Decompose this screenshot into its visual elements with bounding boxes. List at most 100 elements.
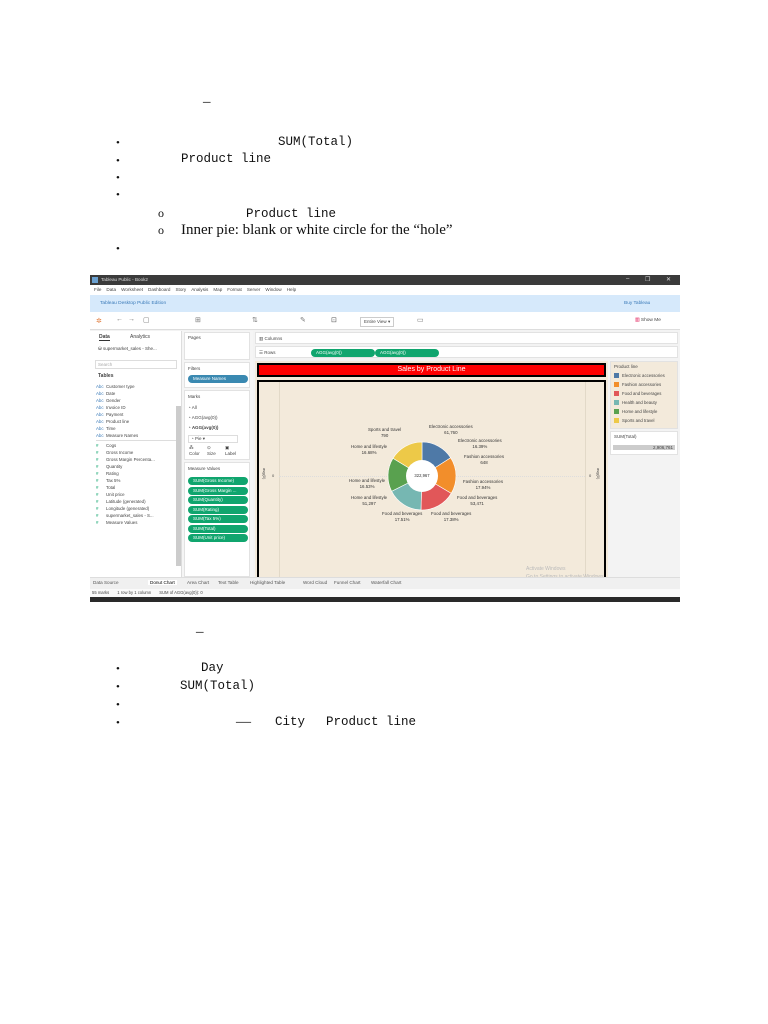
label-button[interactable]: ▣ Label — [225, 445, 236, 456]
menu-item-file[interactable]: File — [94, 287, 101, 293]
highlight-icon[interactable]: ✎ — [300, 316, 306, 324]
legend-item[interactable]: Fashion accessories — [614, 382, 661, 387]
datasource-label: supermarket_sales - She... — [103, 346, 157, 351]
field-item[interactable]: # Cogs — [96, 442, 176, 449]
measure-pill[interactable]: SUM(Rating) — [188, 505, 248, 514]
field-list: Abc Customer type Abc Date Abc Gender Abc Invoi… — [96, 383, 176, 526]
sheet-tab-1[interactable]: Donut Chart — [148, 580, 177, 585]
color-button[interactable]: ⁂ Color — [189, 445, 200, 456]
data-label-text: 16.39% — [472, 444, 488, 449]
legend-item[interactable]: Home and lifestyle — [614, 409, 657, 414]
code-text: SUM(Total) — [180, 679, 256, 693]
maximize-button[interactable]: ❐ — [645, 276, 650, 283]
marks-agg-2[interactable]: ◔ AGG(avg(0)) — [188, 425, 218, 430]
field-label: Measure Values — [106, 520, 138, 525]
field-label: Product line — [106, 419, 130, 424]
field-item[interactable]: # Unit price — [96, 491, 176, 498]
field-item[interactable]: Abc Measure Names — [96, 432, 176, 439]
code-text: Product line — [326, 715, 417, 729]
legend-item[interactable]: Sports and travel — [614, 418, 654, 423]
row-pill[interactable]: AGG(avg(0)) — [375, 349, 439, 357]
mark-type-select[interactable]: ◔ Pie ▾ — [188, 435, 238, 443]
field-item[interactable]: # Longitude (generated) — [96, 505, 176, 512]
scrollbar[interactable] — [176, 406, 181, 566]
sheet-tab-4[interactable]: Highlighted Table — [250, 580, 285, 585]
menu-item-dashboard[interactable]: Dashboard — [148, 287, 170, 293]
close-button[interactable]: ✕ — [666, 276, 671, 283]
filter-pill[interactable]: Measure Names — [188, 375, 248, 383]
data-label-text: Food and beverages — [457, 495, 498, 500]
sheet-tab-2[interactable]: Area Chart — [187, 580, 209, 585]
field-item[interactable]: # Gross Margin Percenta... — [96, 456, 176, 463]
bullet: • — [116, 155, 120, 167]
measure-pill[interactable]: SUM(Gross Income) — [188, 477, 248, 485]
field-item[interactable]: # Total — [96, 484, 176, 491]
menu-item-story[interactable]: Story — [175, 287, 186, 293]
presentation-icon[interactable]: ▭ — [417, 316, 424, 324]
legend-item[interactable]: Electronic accessories — [614, 373, 665, 378]
new-sheet-icon[interactable]: ⊞ — [195, 316, 201, 324]
field-item[interactable]: Abc Time — [96, 425, 176, 432]
menu-item-help[interactable]: Help — [287, 287, 296, 293]
columns-shelf[interactable]: ▥ Columns — [255, 332, 678, 344]
forward-icon[interactable]: → — [128, 316, 135, 323]
field-item[interactable]: # Measure Values — [96, 519, 176, 526]
pages-label: Pages — [188, 335, 201, 340]
legend-item[interactable]: Health and beauty — [614, 400, 657, 405]
datasource-item[interactable]: ⛁ supermarket_sales - She... — [98, 346, 157, 352]
field-item[interactable]: # Latitude (generated) — [96, 498, 176, 505]
sheet-tab-5[interactable]: Word Cloud — [303, 580, 327, 585]
measure-pill[interactable]: SUM(Quantity) — [188, 496, 248, 504]
center-total: 322,967 — [414, 473, 430, 478]
field-item[interactable]: # Tax 5% — [96, 477, 176, 484]
field-item[interactable]: Abc Payment — [96, 411, 176, 418]
rows-shelf[interactable]: ☰ Rows AGG(avg(0)) AGG(avg(0)) — [255, 346, 678, 358]
field-item[interactable]: # Quantity — [96, 463, 176, 470]
field-item[interactable]: Abc Date — [96, 390, 176, 397]
field-item[interactable]: # supermarket_sales - S... — [96, 512, 176, 519]
size-button[interactable]: ⊙ Size — [207, 445, 216, 456]
buy-tableau-link[interactable]: Buy Tableau — [624, 301, 650, 306]
menu-item-analysis[interactable]: Analysis — [191, 287, 208, 293]
sub-bullet: o — [158, 206, 164, 220]
field-item[interactable]: Abc Customer type — [96, 383, 176, 390]
field-item[interactable]: # Rating — [96, 470, 176, 477]
sheet-tab-7[interactable]: Waterfall Chart — [371, 580, 401, 585]
menu-item-map[interactable]: Map — [213, 287, 222, 293]
marks-agg-1[interactable]: ◔ AGG(avg(0)) — [188, 415, 218, 420]
show-me-button[interactable]: ▥ Show Me — [635, 318, 661, 323]
sheet-tab-6[interactable]: Funnel Chart — [334, 580, 361, 585]
code-text: Product line — [181, 152, 272, 166]
measure-pill[interactable]: SUM(Total) — [188, 524, 248, 533]
measure-pill[interactable]: SUM(Tax 5%) — [188, 515, 248, 523]
field-label: Latitude (generated) — [106, 499, 146, 504]
sheet-tab-3[interactable]: Text Table — [218, 580, 239, 585]
tab-data[interactable]: Data — [99, 334, 110, 341]
minimize-button[interactable]: – — [626, 276, 629, 282]
row-pill[interactable]: AGG(avg(0)) — [311, 349, 375, 357]
back-icon[interactable]: ← — [116, 316, 123, 323]
menu-item-server[interactable]: Server — [247, 287, 261, 293]
data-source-tab[interactable]: Data Source — [93, 580, 119, 585]
field-item[interactable]: # Gross Income — [96, 449, 176, 456]
menu-item-data[interactable]: Data — [106, 287, 116, 293]
fit-select[interactable]: Entire View ▾ — [360, 317, 395, 327]
labels-icon[interactable]: ⊡ — [331, 316, 337, 324]
measure-pill[interactable]: SUM(Gross Margin ... — [188, 486, 248, 495]
search-input[interactable]: Search — [95, 360, 177, 369]
field-item[interactable]: Abc Product line — [96, 418, 176, 425]
field-item[interactable]: Abc Invoice ID — [96, 404, 176, 411]
sort-ascending-icon[interactable]: ⇅ — [252, 316, 258, 324]
pages-shelf[interactable]: Pages — [184, 332, 250, 360]
filters-shelf[interactable]: Filters Measure Names — [184, 362, 250, 388]
field-item[interactable]: Abc Gender — [96, 397, 176, 404]
menu-item-window[interactable]: Window — [265, 287, 281, 293]
menu-item-worksheet[interactable]: Worksheet — [121, 287, 143, 293]
menu-item-format[interactable]: Format — [227, 287, 242, 293]
tab-analytics[interactable]: Analytics — [130, 334, 150, 340]
legend-item[interactable]: Food and beverages — [614, 391, 661, 396]
measure-pill[interactable]: SUM(Unit price) — [188, 534, 248, 542]
marks-all[interactable]: ◔ All — [188, 405, 197, 410]
save-icon[interactable]: ▢ — [143, 316, 150, 324]
data-label-text: 17.38% — [443, 517, 459, 522]
